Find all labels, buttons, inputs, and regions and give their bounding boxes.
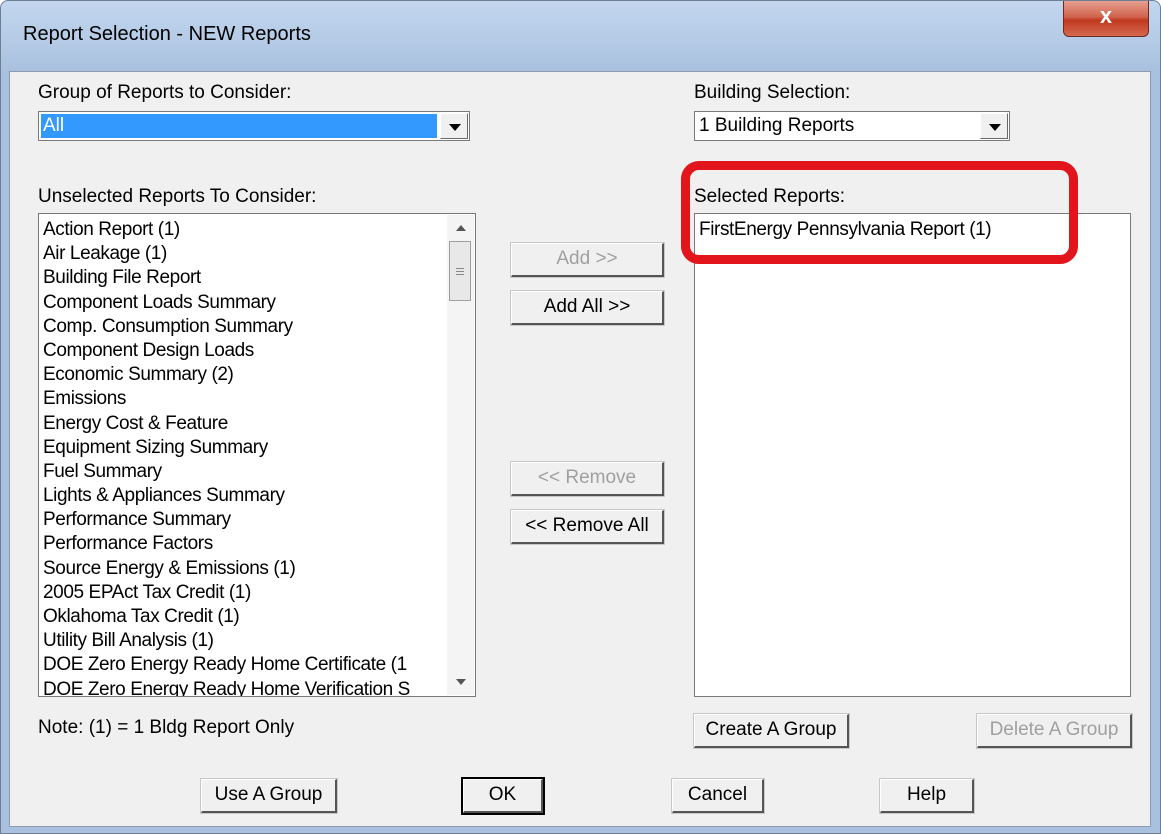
group-of-reports-combo[interactable]: All [38, 111, 470, 141]
note-text: Note: (1) = 1 Bldg Report Only [38, 717, 295, 738]
add-all-button[interactable]: Add All >> [510, 290, 665, 326]
close-icon: x [1099, 3, 1113, 28]
selected-reports-list[interactable]: FirstEnergy Pennsylvania Report (1) [694, 213, 1131, 697]
close-button[interactable]: x [1063, 1, 1149, 37]
add-button[interactable]: Add >> [510, 242, 665, 278]
unselected-reports-label: Unselected Reports To Consider: [38, 186, 317, 207]
highlight-annotation [681, 161, 1078, 264]
unselected-reports-list[interactable]: Action Report (1) Air Leakage (1) Building… [38, 213, 476, 697]
cancel-button[interactable]: Cancel [671, 778, 765, 814]
grip-icon [456, 268, 464, 269]
remove-all-button[interactable]: << Remove All [510, 509, 665, 545]
list-item[interactable]: Building File Report [43, 266, 445, 290]
list-item[interactable]: DOE Zero Energy Ready Home Verification … [43, 678, 445, 696]
list-item[interactable]: Action Report (1) [43, 218, 445, 242]
list-item[interactable]: 2005 EPAct Tax Credit (1) [43, 581, 445, 605]
window-title: Report Selection - NEW Reports [23, 23, 311, 45]
list-item[interactable]: Utility Bill Analysis (1) [43, 629, 445, 653]
list-item[interactable]: Air Leakage (1) [43, 242, 445, 266]
list-item[interactable]: Oklahoma Tax Credit (1) [43, 605, 445, 629]
list-item[interactable]: Comp. Consumption Summary [43, 315, 445, 339]
help-button[interactable]: Help [879, 778, 975, 814]
title-bar[interactable]: Report Selection - NEW Reports x [1, 1, 1160, 71]
building-selection-label: Building Selection: [694, 82, 851, 103]
ok-button[interactable]: OK [461, 777, 545, 815]
list-item[interactable]: Lights & Appliances Summary [43, 484, 445, 508]
report-selection-dialog: Report Selection - NEW Reports x Group o… [0, 0, 1161, 834]
building-selection-value: 1 Building Reports [699, 115, 855, 136]
scroll-down-icon[interactable] [447, 669, 474, 695]
unselected-items: Action Report (1) Air Leakage (1) Building… [43, 218, 445, 696]
list-item[interactable]: Source Energy & Emissions (1) [43, 557, 445, 581]
list-item[interactable]: Component Loads Summary [43, 291, 445, 315]
group-of-reports-value: All [41, 114, 437, 138]
list-item[interactable]: Component Design Loads [43, 339, 445, 363]
list-item[interactable]: Emissions [43, 387, 445, 411]
building-selection-combo[interactable]: 1 Building Reports [694, 111, 1010, 141]
list-item[interactable]: Performance Summary [43, 508, 445, 532]
list-item[interactable]: Performance Factors [43, 532, 445, 556]
create-group-button[interactable]: Create A Group [693, 713, 850, 749]
scroll-up-icon[interactable] [447, 215, 474, 241]
chevron-down-icon[interactable] [980, 113, 1008, 139]
list-item[interactable]: Energy Cost & Feature [43, 412, 445, 436]
use-group-button[interactable]: Use A Group [200, 778, 338, 814]
group-of-reports-label: Group of Reports to Consider: [38, 82, 292, 103]
list-item[interactable]: Equipment Sizing Summary [43, 436, 445, 460]
delete-group-button[interactable]: Delete A Group [976, 713, 1133, 749]
list-item[interactable]: Fuel Summary [43, 460, 445, 484]
remove-button[interactable]: << Remove [510, 461, 665, 497]
list-item[interactable]: Economic Summary (2) [43, 363, 445, 387]
scroll-thumb[interactable] [449, 241, 471, 301]
unselected-scrollbar[interactable] [447, 215, 474, 695]
list-item[interactable]: DOE Zero Energy Ready Home Certificate (… [43, 653, 445, 677]
chevron-down-icon[interactable] [440, 113, 468, 139]
